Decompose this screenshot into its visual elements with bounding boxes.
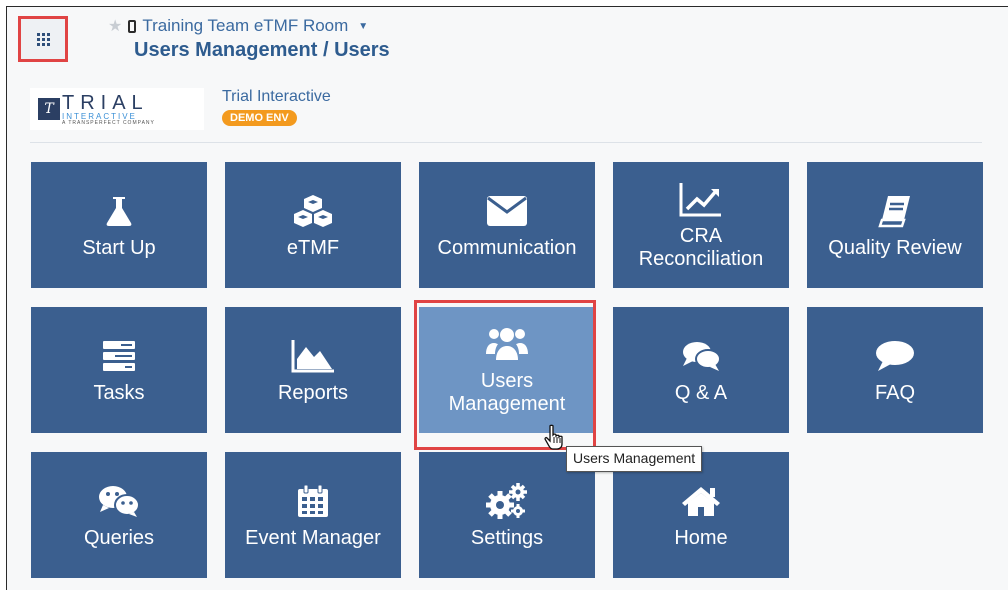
header: ★ Training Team eTMF Room ▼ Users Manage…	[108, 14, 390, 62]
tile-label: Quality Review	[828, 236, 962, 259]
tile-label: Reports	[277, 381, 349, 404]
tile-q-and-a[interactable]: Q & A	[613, 307, 789, 433]
company-logo: T TRIAL INTERACTIVE A TRANSPERFECT COMPA…	[30, 88, 204, 130]
tile-queries[interactable]: Queries	[31, 452, 207, 578]
comment-icon	[875, 336, 915, 376]
apps-menu-button[interactable]	[18, 16, 68, 62]
logo-tagline: A TRANSPERFECT COMPANY	[62, 119, 155, 126]
tile-label: Q & A	[674, 381, 728, 404]
book-icon	[878, 191, 912, 231]
room-name[interactable]: Training Team eTMF Room	[142, 16, 348, 36]
tile-label: eTMF	[286, 236, 340, 259]
flask-icon	[106, 191, 132, 231]
line-chart-icon	[679, 179, 723, 219]
environment-badge: DEMO ENV	[222, 110, 297, 126]
org-name: Trial Interactive	[222, 88, 331, 105]
tile-reports[interactable]: Reports	[225, 307, 401, 433]
tile-label: Tasks	[93, 381, 145, 404]
tile-label: Event Manager	[245, 526, 381, 549]
envelope-icon	[487, 191, 527, 231]
wechat-icon	[98, 481, 140, 521]
tile-label: CRA Reconciliation	[638, 225, 764, 270]
tile-etmf[interactable]: eTMF	[225, 162, 401, 288]
tile-label: Communication	[437, 236, 577, 259]
area-chart-icon	[291, 336, 335, 376]
users-icon	[485, 324, 529, 364]
tasks-icon	[103, 336, 135, 376]
caret-down-icon[interactable]: ▼	[358, 21, 368, 32]
tile-start-up[interactable]: Start Up	[31, 162, 207, 288]
tile-label: Users Management	[448, 370, 566, 415]
tile-label: Settings	[470, 526, 544, 549]
star-icon[interactable]: ★	[108, 16, 122, 36]
comments-icon	[681, 336, 721, 376]
tile-tasks[interactable]: Tasks	[31, 307, 207, 433]
room-selector[interactable]: ★ Training Team eTMF Room ▼	[108, 14, 390, 38]
tile-label: Queries	[83, 526, 155, 549]
tile-cra-reconciliation[interactable]: CRA Reconciliation	[613, 162, 789, 288]
tile-communication[interactable]: Communication	[419, 162, 595, 288]
cubes-icon	[293, 191, 333, 231]
tile-label: Home	[674, 526, 728, 549]
divider	[30, 142, 982, 143]
mobile-icon	[128, 19, 137, 33]
cogs-icon	[486, 481, 528, 521]
org-info: Trial Interactive DEMO ENV	[222, 88, 331, 126]
tile-label: Start Up	[82, 236, 156, 259]
tile-faq[interactable]: FAQ	[807, 307, 983, 433]
calendar-icon	[297, 481, 329, 521]
hand-cursor-icon	[544, 424, 566, 455]
tile-users-management[interactable]: Users Management	[419, 307, 595, 433]
logo-trial-text: TRIAL	[62, 91, 149, 114]
tile-quality-review[interactable]: Quality Review	[807, 162, 983, 288]
tooltip: Users Management	[566, 446, 703, 472]
tile-event-manager[interactable]: Event Manager	[225, 452, 401, 578]
logo-mark-icon: T	[38, 98, 60, 120]
tile-label: FAQ	[874, 381, 915, 404]
apps-grid-icon	[36, 32, 50, 46]
home-icon	[681, 481, 721, 521]
page-title: Users Management / Users	[134, 39, 390, 61]
